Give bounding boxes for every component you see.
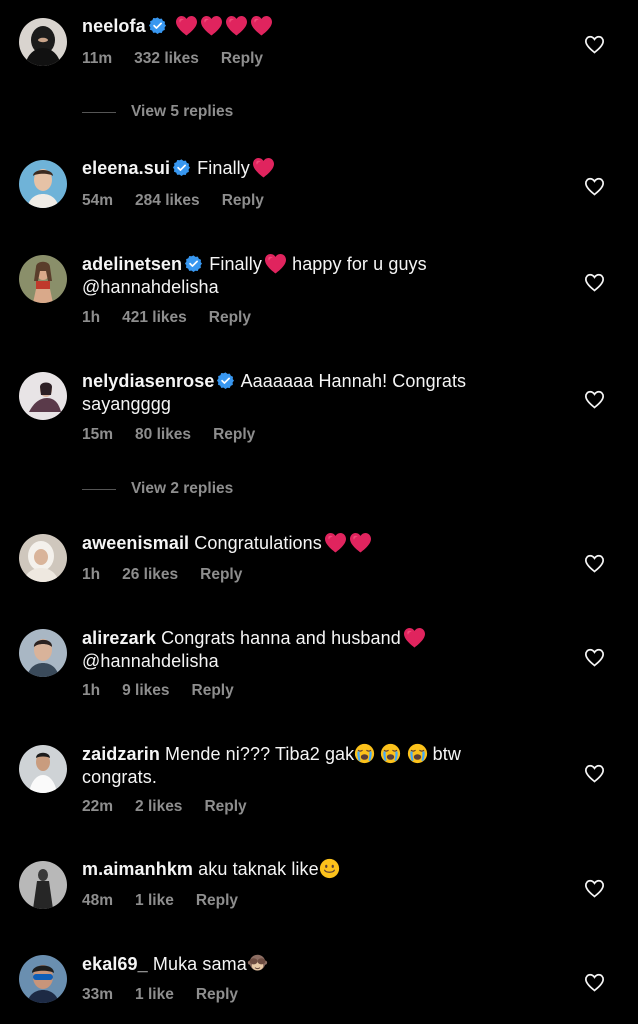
username[interactable]: adelinetsen <box>82 254 182 274</box>
comment-text-continued: sayangggg <box>82 394 171 414</box>
username[interactable]: m.aimanhkm <box>82 859 193 879</box>
verified-badge-icon <box>185 255 202 272</box>
like-heart-icon[interactable] <box>584 554 605 573</box>
red-heart-emoji-icon <box>200 15 223 36</box>
likes-count[interactable]: 332 likes <box>134 50 199 67</box>
comment-text: Mende ni??? Tiba2 gak <box>165 744 355 764</box>
like-heart-icon[interactable] <box>584 390 605 409</box>
divider-line <box>82 111 116 113</box>
like-heart-icon[interactable] <box>584 273 605 292</box>
username[interactable]: eleena.sui <box>82 158 170 178</box>
username[interactable]: zaidzarin <box>82 744 160 764</box>
likes-count[interactable]: 1 like <box>135 986 174 1003</box>
username[interactable]: aweenismail <box>82 533 189 553</box>
smiling-face-emoji-icon <box>319 858 340 879</box>
reply-button[interactable]: Reply <box>209 309 251 326</box>
loudly-crying-face-emoji-icon <box>407 743 428 764</box>
comment-text: Finally <box>209 254 262 274</box>
red-heart-emoji-icon <box>264 253 287 274</box>
like-heart-icon[interactable] <box>584 879 605 898</box>
avatar[interactable] <box>19 629 67 677</box>
comment-time: 1h <box>82 566 101 583</box>
reply-button[interactable]: Reply <box>221 50 263 67</box>
like-heart-icon[interactable] <box>584 35 605 54</box>
like-heart-icon[interactable] <box>584 177 605 196</box>
verified-badge-icon <box>173 159 190 176</box>
comment-text: Congratulations <box>194 533 322 553</box>
username[interactable]: neelofa <box>82 16 146 36</box>
comment-text: Muka sama <box>152 954 247 974</box>
avatar[interactable] <box>19 534 67 582</box>
likes-count[interactable]: 80 likes <box>135 426 191 443</box>
view-replies-button[interactable]: View 5 replies <box>82 103 233 121</box>
comment-time: 1h <box>82 309 101 326</box>
comment-time: 15m <box>82 426 114 443</box>
likes-count[interactable]: 1 like <box>135 892 174 909</box>
reply-button[interactable]: Reply <box>222 192 264 209</box>
red-heart-emoji-icon <box>175 15 198 36</box>
avatar[interactable] <box>19 861 67 909</box>
reply-button[interactable]: Reply <box>196 986 238 1003</box>
comment-time: 1h <box>82 682 101 699</box>
comment-text: Congrats hanna and husband <box>161 628 401 648</box>
avatar[interactable] <box>19 955 67 1003</box>
comment-text: aku taknak like <box>198 859 319 879</box>
comment-text: Finally <box>197 158 250 178</box>
loudly-crying-face-emoji-icon <box>354 743 375 764</box>
red-heart-emoji-icon <box>225 15 248 36</box>
like-heart-icon[interactable] <box>584 764 605 783</box>
see-no-evil-monkey-emoji-icon <box>247 953 268 974</box>
reply-button[interactable]: Reply <box>192 682 234 699</box>
comment-time: 54m <box>82 192 114 209</box>
mention-link[interactable]: @hannahdelisha <box>82 651 219 671</box>
username[interactable]: ekal69_ <box>82 954 148 974</box>
comment-text-continued: happy for u guys <box>292 254 427 274</box>
reply-button[interactable]: Reply <box>213 426 255 443</box>
mention-link[interactable]: @hannahdelisha <box>82 277 219 297</box>
red-heart-emoji-icon <box>250 15 273 36</box>
likes-count[interactable]: 26 likes <box>122 566 178 583</box>
comment-time: 48m <box>82 892 114 909</box>
comment-text-continued: congrats. <box>82 767 157 787</box>
reply-button[interactable]: Reply <box>200 566 242 583</box>
likes-count[interactable]: 9 likes <box>122 682 169 699</box>
avatar[interactable] <box>19 255 67 303</box>
red-heart-emoji-icon <box>349 532 372 553</box>
username[interactable]: alirezark <box>82 628 156 648</box>
verified-badge-icon <box>217 372 234 389</box>
loudly-crying-face-emoji-icon <box>380 743 401 764</box>
comment-time: 33m <box>82 986 114 1003</box>
avatar[interactable] <box>19 372 67 420</box>
reply-button[interactable]: Reply <box>196 892 238 909</box>
comment-time: 11m <box>82 50 113 67</box>
verified-badge-icon <box>149 17 166 34</box>
divider-line <box>82 488 116 490</box>
username[interactable]: nelydiasenrose <box>82 371 214 391</box>
likes-count[interactable]: 421 likes <box>122 309 187 326</box>
reply-button[interactable]: Reply <box>204 798 246 815</box>
likes-count[interactable]: 2 likes <box>135 798 182 815</box>
comment-text-continued: btw <box>432 744 461 764</box>
red-heart-emoji-icon <box>252 157 275 178</box>
avatar[interactable] <box>19 160 67 208</box>
red-heart-emoji-icon <box>403 627 426 648</box>
avatar[interactable] <box>19 18 67 66</box>
view-replies-label: View 2 replies <box>131 480 234 497</box>
like-heart-icon[interactable] <box>584 973 605 992</box>
like-heart-icon[interactable] <box>584 648 605 667</box>
comment-text: Aaaaaaa Hannah! Congrats <box>240 371 467 391</box>
likes-count[interactable]: 284 likes <box>135 192 200 209</box>
comment-time: 22m <box>82 798 114 815</box>
view-replies-button[interactable]: View 2 replies <box>82 480 233 498</box>
avatar[interactable] <box>19 745 67 793</box>
red-heart-emoji-icon <box>324 532 347 553</box>
view-replies-label: View 5 replies <box>131 103 234 120</box>
